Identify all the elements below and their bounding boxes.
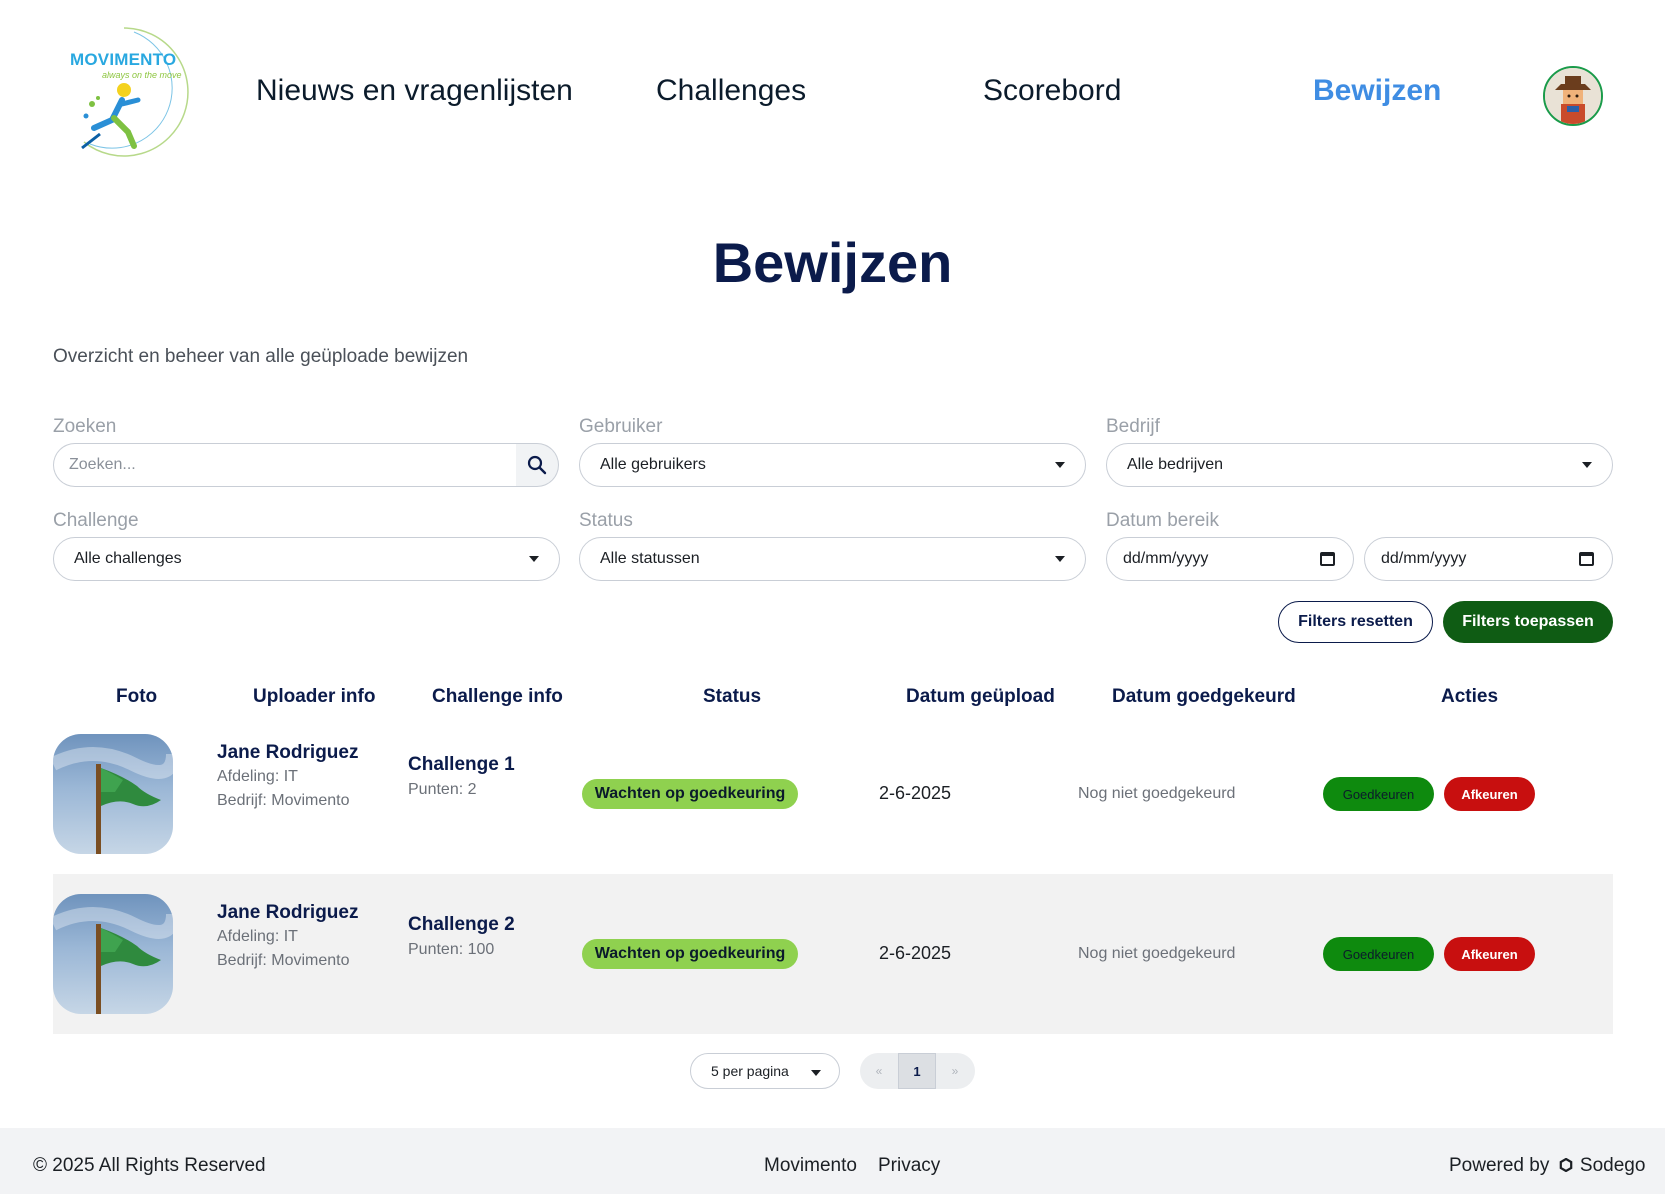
reject-button[interactable]: Afkeuren bbox=[1444, 777, 1535, 811]
search-button[interactable] bbox=[516, 443, 559, 487]
avatar[interactable] bbox=[1543, 66, 1603, 126]
sodego-icon bbox=[1559, 1157, 1572, 1173]
column-header-uploaded: Datum geüpload bbox=[906, 686, 1055, 707]
chevron-down-icon bbox=[1055, 556, 1065, 562]
apply-filters-button[interactable]: Filters toepassen bbox=[1443, 601, 1613, 643]
status-badge: Wachten op goedkeuring bbox=[582, 779, 798, 809]
approve-button[interactable]: Goedkeuren bbox=[1323, 777, 1434, 811]
nav-scoreboard[interactable]: Scorebord bbox=[983, 74, 1121, 108]
footer-link-movimento[interactable]: Movimento bbox=[764, 1155, 857, 1177]
chevron-down-icon bbox=[811, 1070, 821, 1076]
challenge-select[interactable]: Alle challenges bbox=[53, 537, 560, 581]
chevron-down-icon bbox=[529, 556, 539, 562]
upload-date: 2-6-2025 bbox=[879, 943, 952, 963]
per-page-value: 5 per pagina bbox=[711, 1063, 789, 1079]
approval-date: Nog niet goedgekeurd bbox=[1078, 785, 1236, 802]
company-select[interactable]: Alle bedrijven bbox=[1106, 443, 1613, 487]
search-placeholder: Zoeken... bbox=[69, 456, 136, 473]
column-header-status: Status bbox=[703, 686, 762, 707]
nav-news[interactable]: Nieuws en vragenlijsten bbox=[256, 74, 573, 108]
status-badge: Wachten op goedkeuring bbox=[582, 939, 798, 969]
uploader-company: Bedrijf: Movimento bbox=[217, 952, 350, 969]
calendar-icon[interactable] bbox=[1579, 552, 1594, 566]
challenge-points: Punten: 2 bbox=[408, 781, 477, 798]
proof-photo[interactable] bbox=[53, 894, 173, 1014]
flag-image bbox=[53, 907, 173, 1014]
challenge-select-value: Alle challenges bbox=[74, 550, 182, 567]
date-from-input[interactable]: dd/mm/yyyy bbox=[1106, 537, 1354, 581]
copyright: © 2025 All Rights Reserved bbox=[33, 1155, 266, 1176]
page-subtitle: Overzicht en beheer van alle geüploade b… bbox=[53, 346, 469, 367]
column-header-actions: Acties bbox=[1441, 686, 1499, 707]
chevron-down-icon bbox=[1582, 462, 1592, 468]
uploader-name: Jane Rodriguez bbox=[217, 742, 359, 763]
date-to-value: dd/mm/yyyy bbox=[1381, 550, 1467, 567]
date-from-value: dd/mm/yyyy bbox=[1123, 550, 1209, 567]
calendar-icon[interactable] bbox=[1320, 552, 1335, 566]
column-header-uploader: Uploader info bbox=[253, 686, 376, 707]
uploader-name: Jane Rodriguez bbox=[217, 902, 359, 923]
powered-by-label: Powered by bbox=[1449, 1155, 1550, 1176]
status-select[interactable]: Alle statussen bbox=[579, 537, 1086, 581]
user-label: Gebruiker bbox=[579, 416, 663, 437]
challenge-points: Punten: 100 bbox=[408, 941, 495, 958]
avatar-icon bbox=[1545, 68, 1601, 124]
reject-button[interactable]: Afkeuren bbox=[1444, 937, 1535, 971]
column-header-challenge: Challenge info bbox=[432, 686, 563, 707]
company-label: Bedrijf bbox=[1106, 416, 1160, 437]
column-header-approved: Datum goedgekeurd bbox=[1112, 686, 1296, 707]
user-select-value: Alle gebruikers bbox=[600, 456, 706, 473]
logo-name: MOVIMENTO bbox=[70, 50, 177, 69]
approve-button[interactable]: Goedkeuren bbox=[1323, 937, 1434, 971]
reset-filters-button[interactable]: Filters resetten bbox=[1278, 601, 1433, 643]
pagination: « 1 » bbox=[860, 1053, 975, 1089]
upload-date: 2-6-2025 bbox=[879, 783, 952, 803]
per-page-select[interactable]: 5 per pagina bbox=[690, 1053, 840, 1089]
date-to-input[interactable]: dd/mm/yyyy bbox=[1364, 537, 1613, 581]
page-title: Bewijzen bbox=[712, 231, 953, 294]
company-select-value: Alle bedrijven bbox=[1127, 456, 1224, 473]
chevron-down-icon bbox=[1055, 462, 1065, 468]
date-range-label: Datum bereik bbox=[1106, 510, 1219, 531]
column-header-photo: Foto bbox=[116, 686, 158, 707]
challenge-label: Challenge bbox=[53, 510, 139, 531]
powered-by-brand: Sodego bbox=[1579, 1155, 1646, 1176]
powered-by[interactable]: Powered by Sodego bbox=[1449, 1155, 1645, 1177]
proof-photo[interactable] bbox=[53, 734, 173, 854]
uploader-department: Afdeling: IT bbox=[217, 768, 298, 785]
table-row: Jane Rodriguez Afdeling: IT Bedrijf: Mov… bbox=[53, 874, 1613, 1034]
movimento-logo[interactable]: MOVIMENTO always on the move bbox=[64, 24, 212, 162]
prev-page-button[interactable]: « bbox=[860, 1053, 898, 1089]
challenge-name: Challenge 2 bbox=[408, 914, 515, 935]
user-select[interactable]: Alle gebruikers bbox=[579, 443, 1086, 487]
footer: © 2025 All Rights Reserved Movimento Pri… bbox=[0, 1128, 1665, 1194]
status-select-value: Alle statussen bbox=[600, 550, 700, 567]
footer-link-privacy[interactable]: Privacy bbox=[878, 1155, 940, 1177]
table-row: Jane Rodriguez Afdeling: IT Bedrijf: Mov… bbox=[53, 714, 1613, 874]
current-page-button[interactable]: 1 bbox=[898, 1053, 936, 1089]
flag-image bbox=[53, 747, 173, 854]
challenge-name: Challenge 1 bbox=[408, 754, 515, 775]
status-label: Status bbox=[579, 510, 633, 531]
header: MOVIMENTO always on the move Nieuws en v… bbox=[0, 0, 1665, 190]
uploader-company: Bedrijf: Movimento bbox=[217, 792, 350, 809]
logo-graphic bbox=[81, 27, 189, 157]
search-label: Zoeken bbox=[53, 416, 117, 437]
search-input[interactable]: Zoeken... bbox=[53, 443, 517, 487]
logo-tagline: always on the move bbox=[102, 70, 182, 80]
search-icon bbox=[527, 455, 547, 475]
nav-proofs[interactable]: Bewijzen bbox=[1313, 74, 1441, 108]
uploader-department: Afdeling: IT bbox=[217, 928, 298, 945]
approval-date: Nog niet goedgekeurd bbox=[1078, 945, 1236, 962]
next-page-button[interactable]: » bbox=[936, 1053, 974, 1089]
nav-challenges[interactable]: Challenges bbox=[656, 74, 806, 108]
